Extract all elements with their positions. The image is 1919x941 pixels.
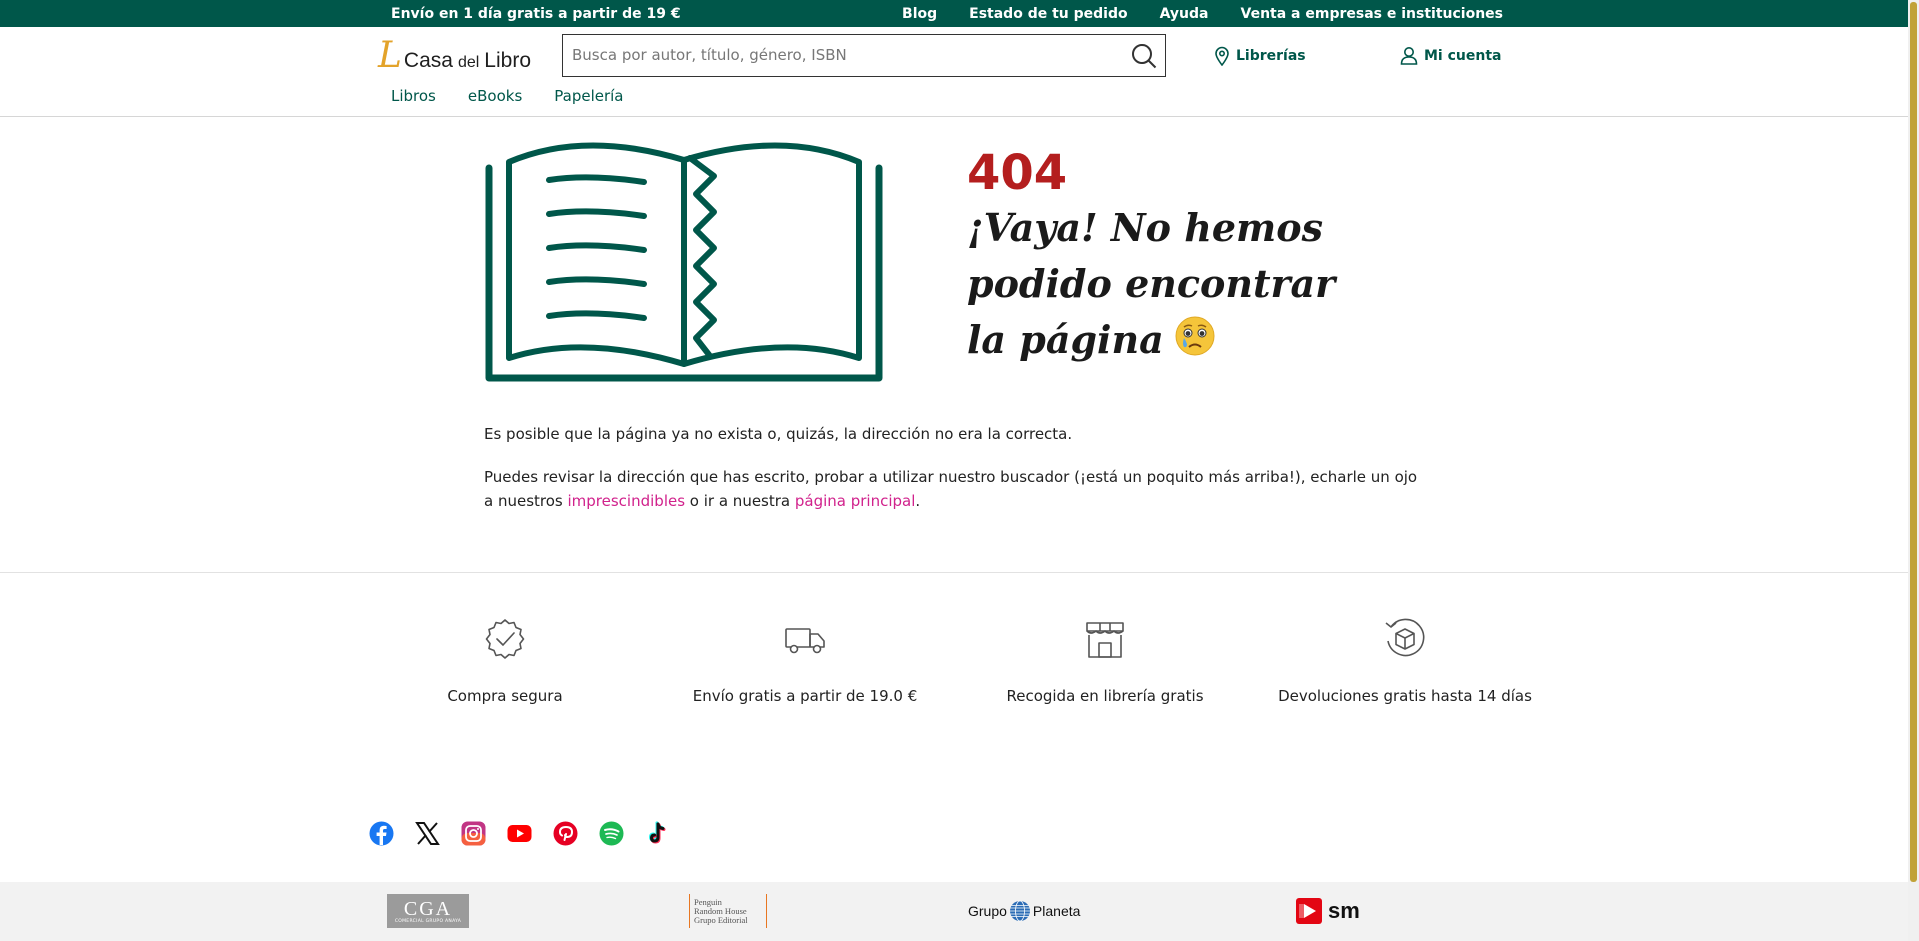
- open-book-icon: [485, 142, 883, 382]
- x-icon[interactable]: [415, 821, 440, 846]
- order-status-link[interactable]: Estado de tu pedido: [969, 6, 1127, 22]
- business-sales-link[interactable]: Venta a empresas e instituciones: [1241, 6, 1504, 22]
- free-shipping-promo: Envío en 1 día gratis a partir de 19 €: [391, 6, 681, 22]
- partner-cga-logo[interactable]: CGA COMERCIAL GRUPO ANAYA: [387, 894, 469, 928]
- sm-logo-text: sm: [1328, 898, 1360, 923]
- facebook-icon[interactable]: [369, 821, 394, 846]
- feature-label: Envío gratis a partir de 19.0 €: [692, 687, 918, 705]
- cga-logo-subtext: COMERCIAL GRUPO ANAYA: [394, 918, 462, 924]
- logo-word-casa: Casa: [403, 49, 453, 72]
- nav-item-stationery[interactable]: Papelería: [554, 87, 623, 105]
- feature-label: Devoluciones gratis hasta 14 días: [1278, 687, 1532, 705]
- cga-logo-text: CGA: [403, 897, 453, 920]
- essentials-link[interactable]: imprescindibles: [568, 492, 686, 510]
- logo-word-libro: Libro: [484, 49, 531, 72]
- partner-sm-logo[interactable]: sm: [1296, 894, 1360, 928]
- verified-badge-icon: [485, 619, 525, 659]
- error-headline-text: ¡Vaya! No hemos podido encontrar la pági…: [967, 205, 1336, 362]
- partner-penguin-random-house-logo[interactable]: Penguin Random House Grupo Editorial: [689, 894, 767, 928]
- social-links: [369, 821, 670, 846]
- sm-play-icon: [1296, 898, 1322, 924]
- crying-face-icon: [1175, 316, 1215, 356]
- spotify-icon[interactable]: [599, 821, 624, 846]
- top-promo-bar: Envío en 1 día gratis a partir de 19 € B…: [0, 0, 1919, 27]
- planeta-word-1: Grupo: [968, 903, 1007, 919]
- globe-icon: [1009, 900, 1030, 922]
- pinterest-icon[interactable]: [553, 821, 578, 846]
- store-icon: [1086, 622, 1124, 658]
- feature-store-pickup: Recogida en librería gratis: [955, 617, 1255, 705]
- search-input[interactable]: [572, 35, 1112, 75]
- user-icon: [1400, 47, 1418, 65]
- feature-label: Recogida en librería gratis: [1006, 687, 1204, 705]
- error-headline: ¡Vaya! No hemos podido encontrar la pági…: [967, 200, 1387, 368]
- logo-mark: L: [378, 35, 402, 76]
- nav-item-books[interactable]: Libros: [391, 87, 436, 105]
- prh-line-3: Grupo Editorial: [694, 914, 748, 925]
- home-page-link[interactable]: página principal: [795, 492, 916, 510]
- error-message-1: Es posible que la página ya no exista o,…: [484, 425, 1073, 443]
- help-link[interactable]: Ayuda: [1160, 6, 1209, 22]
- site-header: L Casa del Libro Librerías Mi cuenta Lib…: [0, 27, 1919, 117]
- account-label: Mi cuenta: [1424, 47, 1502, 64]
- main-nav: Libros eBooks Papelería: [391, 87, 624, 105]
- delivery-truck-icon: [785, 628, 825, 654]
- site-logo[interactable]: L Casa del Libro: [378, 38, 531, 74]
- partner-grupo-planeta-logo[interactable]: Grupo Planeta: [968, 894, 1086, 928]
- return-box-icon: [1385, 618, 1425, 657]
- error-code: 404: [967, 145, 1068, 201]
- error-message-2-text-b: o ir a nuestra: [685, 492, 795, 510]
- search-icon[interactable]: [1131, 43, 1157, 69]
- account-link[interactable]: Mi cuenta: [1400, 46, 1501, 65]
- section-divider: [0, 572, 1919, 573]
- feature-free-returns: Devoluciones gratis hasta 14 días: [1255, 617, 1555, 705]
- top-links: Blog Estado de tu pedido Ayuda Venta a e…: [902, 6, 1503, 22]
- page-scrollbar[interactable]: [1908, 0, 1919, 941]
- scrollbar-thumb[interactable]: [1910, 2, 1917, 882]
- nav-item-ebooks[interactable]: eBooks: [468, 87, 522, 105]
- stores-label: Librerías: [1236, 48, 1306, 64]
- map-pin-icon: [1215, 46, 1229, 66]
- youtube-icon[interactable]: [507, 821, 532, 846]
- tiktok-icon[interactable]: [645, 821, 670, 846]
- planeta-word-2: Planeta: [1032, 903, 1081, 919]
- blog-link[interactable]: Blog: [902, 6, 937, 22]
- feature-free-shipping: Envío gratis a partir de 19.0 €: [655, 617, 955, 705]
- instagram-icon[interactable]: [461, 821, 486, 846]
- feature-secure-purchase: Compra segura: [355, 617, 655, 705]
- stores-link[interactable]: Librerías: [1214, 46, 1306, 66]
- logo-word-del: del: [457, 54, 480, 71]
- search-box: [562, 34, 1166, 77]
- error-message-2-text-c: .: [915, 492, 921, 510]
- feature-label: Compra segura: [447, 687, 563, 705]
- error-message-2: Puedes revisar la dirección que has escr…: [484, 465, 1424, 513]
- partner-logos-bar: CGA COMERCIAL GRUPO ANAYA Penguin Random…: [0, 882, 1919, 941]
